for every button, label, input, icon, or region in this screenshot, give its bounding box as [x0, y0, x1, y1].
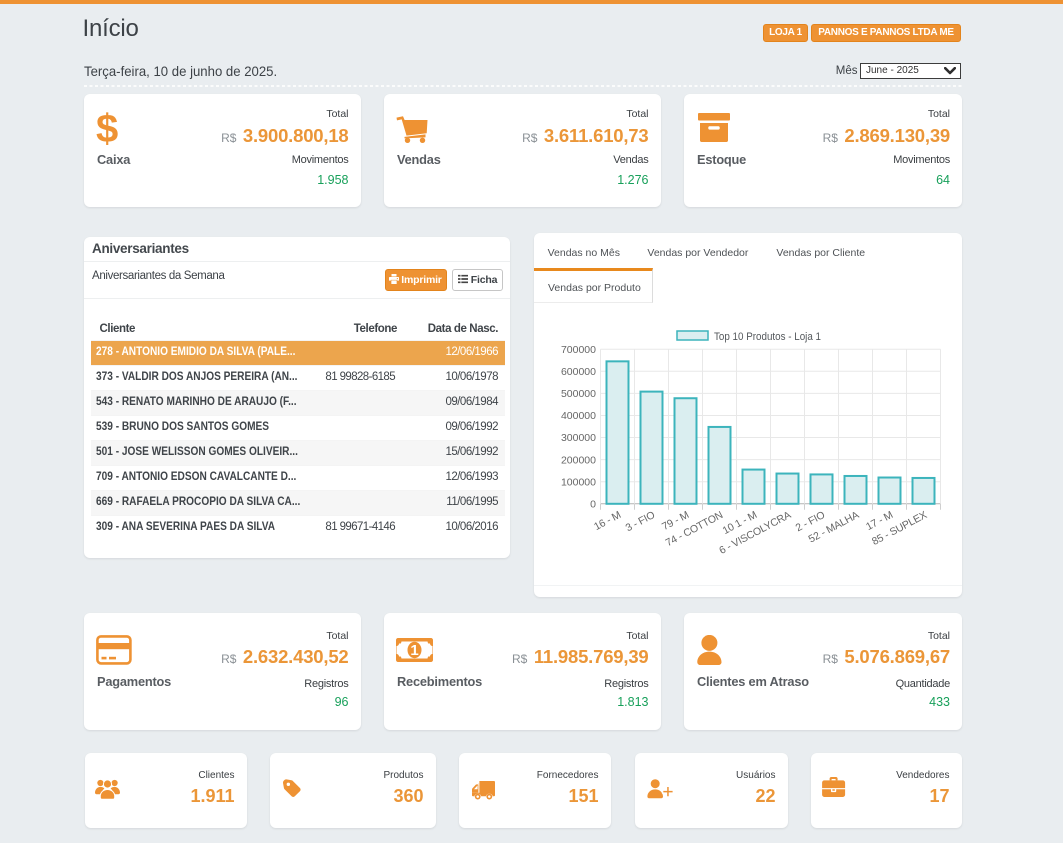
svg-text:100000: 100000: [561, 476, 596, 488]
svg-text:700000: 700000: [561, 344, 596, 356]
svg-text:Top 10 Produtos - Loja 1: Top 10 Produtos - Loja 1: [714, 331, 821, 343]
svg-text:500000: 500000: [561, 388, 596, 400]
svg-text:600000: 600000: [561, 366, 596, 378]
svg-text:400000: 400000: [561, 410, 596, 422]
svg-text:200000: 200000: [561, 454, 596, 466]
svg-text:3 - FIO: 3 - FIO: [624, 509, 657, 534]
svg-text:16 - M: 16 - M: [592, 509, 623, 533]
svg-text:1: 1: [410, 642, 418, 659]
svg-text:0: 0: [590, 499, 596, 511]
svg-text:300000: 300000: [561, 432, 596, 444]
